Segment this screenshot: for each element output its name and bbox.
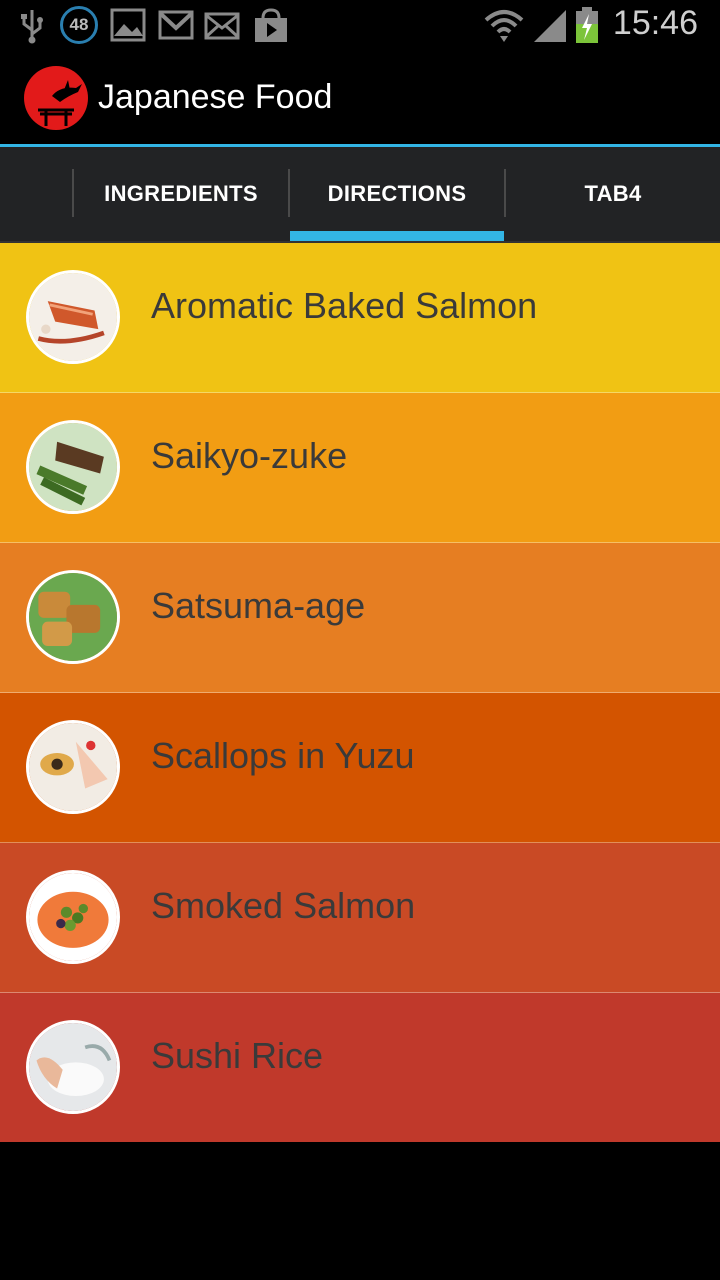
sushi-rice-thumb-icon xyxy=(26,1020,120,1114)
scallops-thumb-icon xyxy=(26,720,120,814)
satsuma-age-thumb-icon xyxy=(26,570,120,664)
status-bar: 48 15:46 xyxy=(0,0,720,50)
list-item[interactable]: Aromatic Baked Salmon xyxy=(0,243,720,393)
list-item[interactable]: Saikyo-zuke xyxy=(0,393,720,543)
action-bar: Japanese Food xyxy=(0,50,720,147)
recipe-name: Satsuma-age xyxy=(151,585,366,626)
play-store-icon xyxy=(255,8,287,42)
tab-ingredients-label: INGREDIENTS xyxy=(104,181,258,206)
clock: 15:46 xyxy=(612,4,698,42)
recipe-name: Aromatic Baked Salmon xyxy=(151,285,538,326)
usb-icon xyxy=(21,10,43,44)
tab-directions[interactable]: DIRECTIONS xyxy=(290,147,504,241)
smoked-salmon-thumb-icon xyxy=(26,870,120,964)
tab-directions-label: DIRECTIONS xyxy=(327,181,467,206)
notification-badge-count: 48 xyxy=(69,15,89,34)
recipe-name: Saikyo-zuke xyxy=(151,435,348,476)
list-item[interactable]: Sushi Rice xyxy=(0,993,720,1142)
recipe-list: Aromatic Baked Salmon Saikyo-zuke Satsum… xyxy=(0,243,720,1142)
torii-crane-logo-icon[interactable] xyxy=(24,66,88,130)
image-icon xyxy=(110,8,146,42)
email-icon xyxy=(204,12,240,40)
recipe-name: Sushi Rice xyxy=(151,1035,324,1076)
tab-ingredients[interactable]: INGREDIENTS xyxy=(74,147,288,241)
notification-badge-icon: 48 xyxy=(60,6,98,44)
app-title: Japanese Food xyxy=(98,78,333,116)
recipe-name: Smoked Salmon xyxy=(151,885,416,926)
tab-bar: INGREDIENTS DIRECTIONS TAB4 xyxy=(0,147,720,243)
signal-icon xyxy=(534,10,566,42)
list-item[interactable]: Scallops in Yuzu xyxy=(0,693,720,843)
baked-salmon-thumb-icon xyxy=(26,270,120,364)
saikyo-zuke-thumb-icon xyxy=(26,420,120,514)
list-item[interactable]: Smoked Salmon xyxy=(0,843,720,993)
battery-charging-icon xyxy=(576,7,598,43)
wifi-icon xyxy=(484,10,524,42)
recipe-name: Scallops in Yuzu xyxy=(151,735,415,776)
tab-tab4-label: TAB4 xyxy=(584,181,642,206)
tab-tab4[interactable]: TAB4 xyxy=(506,147,720,241)
selected-tab-indicator xyxy=(290,231,504,241)
gmail-icon xyxy=(158,10,194,40)
list-item[interactable]: Satsuma-age xyxy=(0,543,720,693)
